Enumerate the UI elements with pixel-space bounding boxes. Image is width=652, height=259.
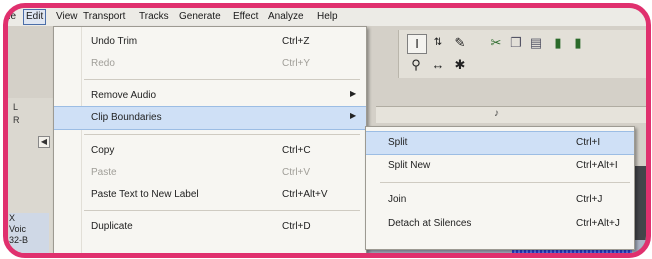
- submenu-item-label: Join: [388, 194, 407, 205]
- submenu-item-join[interactable]: Join Ctrl+J: [366, 189, 634, 211]
- submenu-item-shortcut: Ctrl+Alt+I: [576, 160, 618, 171]
- submenu-item-split-new[interactable]: Split New Ctrl+Alt+I: [366, 155, 634, 177]
- right-channel-label: R: [13, 115, 20, 125]
- menu-tracks[interactable]: Tracks: [139, 11, 169, 22]
- menu-item-label: Paste Text to New Label: [91, 189, 199, 200]
- selection-tool-icon[interactable]: I: [407, 34, 427, 54]
- menu-separator: [84, 210, 360, 211]
- track-rate: 32-B: [9, 235, 29, 245]
- submenu-arrow-icon: ▶: [350, 111, 357, 120]
- menu-item-clip-boundaries[interactable]: Clip Boundaries ▶: [54, 106, 366, 130]
- menu-item-label: Remove Audio: [91, 90, 157, 101]
- submenu-item-label: Split New: [388, 160, 431, 171]
- menu-item-label: Undo Trim: [91, 36, 138, 47]
- copy-icon[interactable]: ❐: [507, 34, 525, 52]
- track-close-button[interactable]: X: [9, 213, 49, 224]
- menu-edit[interactable]: Edit: [23, 9, 47, 25]
- menu-item-label: Clip Boundaries: [91, 112, 162, 123]
- menu-item-paste[interactable]: Paste Ctrl+V: [54, 162, 366, 184]
- menu-help[interactable]: Help: [317, 11, 338, 22]
- submenu-item-label: Split: [388, 137, 408, 148]
- screenshot-frame: File Edit View Transport Tracks Generate…: [3, 3, 651, 258]
- menu-item-label: Duplicate: [91, 221, 133, 232]
- edit-menu: Undo Trim Ctrl+Z Redo Ctrl+Y Remove Audi…: [53, 26, 367, 253]
- timeshift-tool-icon[interactable]: ↔: [429, 56, 447, 74]
- menu-file[interactable]: File: [8, 11, 16, 22]
- menu-item-label: Redo: [91, 58, 115, 69]
- menu-effect[interactable]: Effect: [233, 11, 258, 22]
- draw-tool-icon[interactable]: ✎: [451, 34, 469, 52]
- menu-item-label: Paste: [91, 167, 117, 178]
- menu-item-paste-text-new-label[interactable]: Paste Text to New Label Ctrl+Alt+V: [54, 184, 366, 206]
- menu-generate[interactable]: Generate: [179, 11, 221, 22]
- menu-item-shortcut: Ctrl+Z: [282, 36, 310, 47]
- menu-separator: [84, 79, 360, 80]
- submenu-item-shortcut: Ctrl+Alt+J: [576, 218, 620, 229]
- menu-item-shortcut: Ctrl+C: [282, 145, 311, 156]
- submenu-arrow-icon: ▶: [350, 89, 357, 98]
- cut-icon[interactable]: ✂: [487, 34, 505, 52]
- submenu-item-label: Detach at Silences: [388, 218, 472, 229]
- menu-item-shortcut: Ctrl+D: [282, 221, 311, 232]
- submenu-item-shortcut: Ctrl+J: [576, 194, 603, 205]
- menu-item-redo[interactable]: Redo Ctrl+Y: [54, 53, 366, 75]
- speaker-icon[interactable]: ◀: [38, 136, 50, 148]
- submenu-item-shortcut: Ctrl+I: [576, 137, 601, 148]
- timeline-ruler[interactable]: ♪: [376, 106, 646, 123]
- zoom-tool-icon[interactable]: ⚲: [407, 56, 425, 74]
- envelope-tool-icon[interactable]: ⇅: [429, 34, 447, 52]
- menu-view[interactable]: View: [56, 11, 78, 22]
- trim-icon[interactable]: ▮: [549, 34, 567, 52]
- paste-icon[interactable]: ▤: [527, 34, 545, 52]
- tools-toolbar: I ⇅ ✎ ⚲ ↔ ✱ ✂ ❐ ▤ ▮ ▮: [398, 30, 646, 78]
- track-name[interactable]: Voic: [9, 224, 49, 235]
- menu-item-shortcut: Ctrl+V: [282, 167, 311, 178]
- menu-item-label: Copy: [91, 145, 115, 156]
- menu-item-remove-audio[interactable]: Remove Audio ▶: [54, 85, 366, 107]
- left-channel-label: L: [13, 102, 19, 112]
- menu-item-shortcut: Ctrl+Y: [282, 58, 311, 69]
- submenu-item-detach-at-silences[interactable]: Detach at Silences Ctrl+Alt+J: [366, 213, 634, 235]
- mic-icon: ♪: [494, 108, 499, 119]
- submenu-separator: [380, 182, 630, 183]
- silence-icon[interactable]: ▮: [569, 34, 587, 52]
- menu-bar: File Edit View Transport Tracks Generate…: [8, 8, 646, 27]
- menu-item-copy[interactable]: Copy Ctrl+C: [54, 140, 366, 162]
- menu-transport[interactable]: Transport: [83, 11, 125, 22]
- menu-analyze[interactable]: Analyze: [268, 11, 304, 22]
- track-info-panel: X Voic 32-B: [9, 213, 49, 253]
- menu-item-undo[interactable]: Undo Trim Ctrl+Z: [54, 31, 366, 53]
- submenu-item-split[interactable]: Split Ctrl+I: [366, 131, 634, 155]
- menu-item-shortcut: Ctrl+Alt+V: [282, 189, 328, 200]
- menu-separator: [84, 134, 360, 135]
- multi-tool-icon[interactable]: ✱: [451, 56, 469, 74]
- clip-boundaries-submenu: Split Ctrl+I Split New Ctrl+Alt+I Join C…: [365, 126, 635, 250]
- menu-item-duplicate[interactable]: Duplicate Ctrl+D: [54, 216, 366, 238]
